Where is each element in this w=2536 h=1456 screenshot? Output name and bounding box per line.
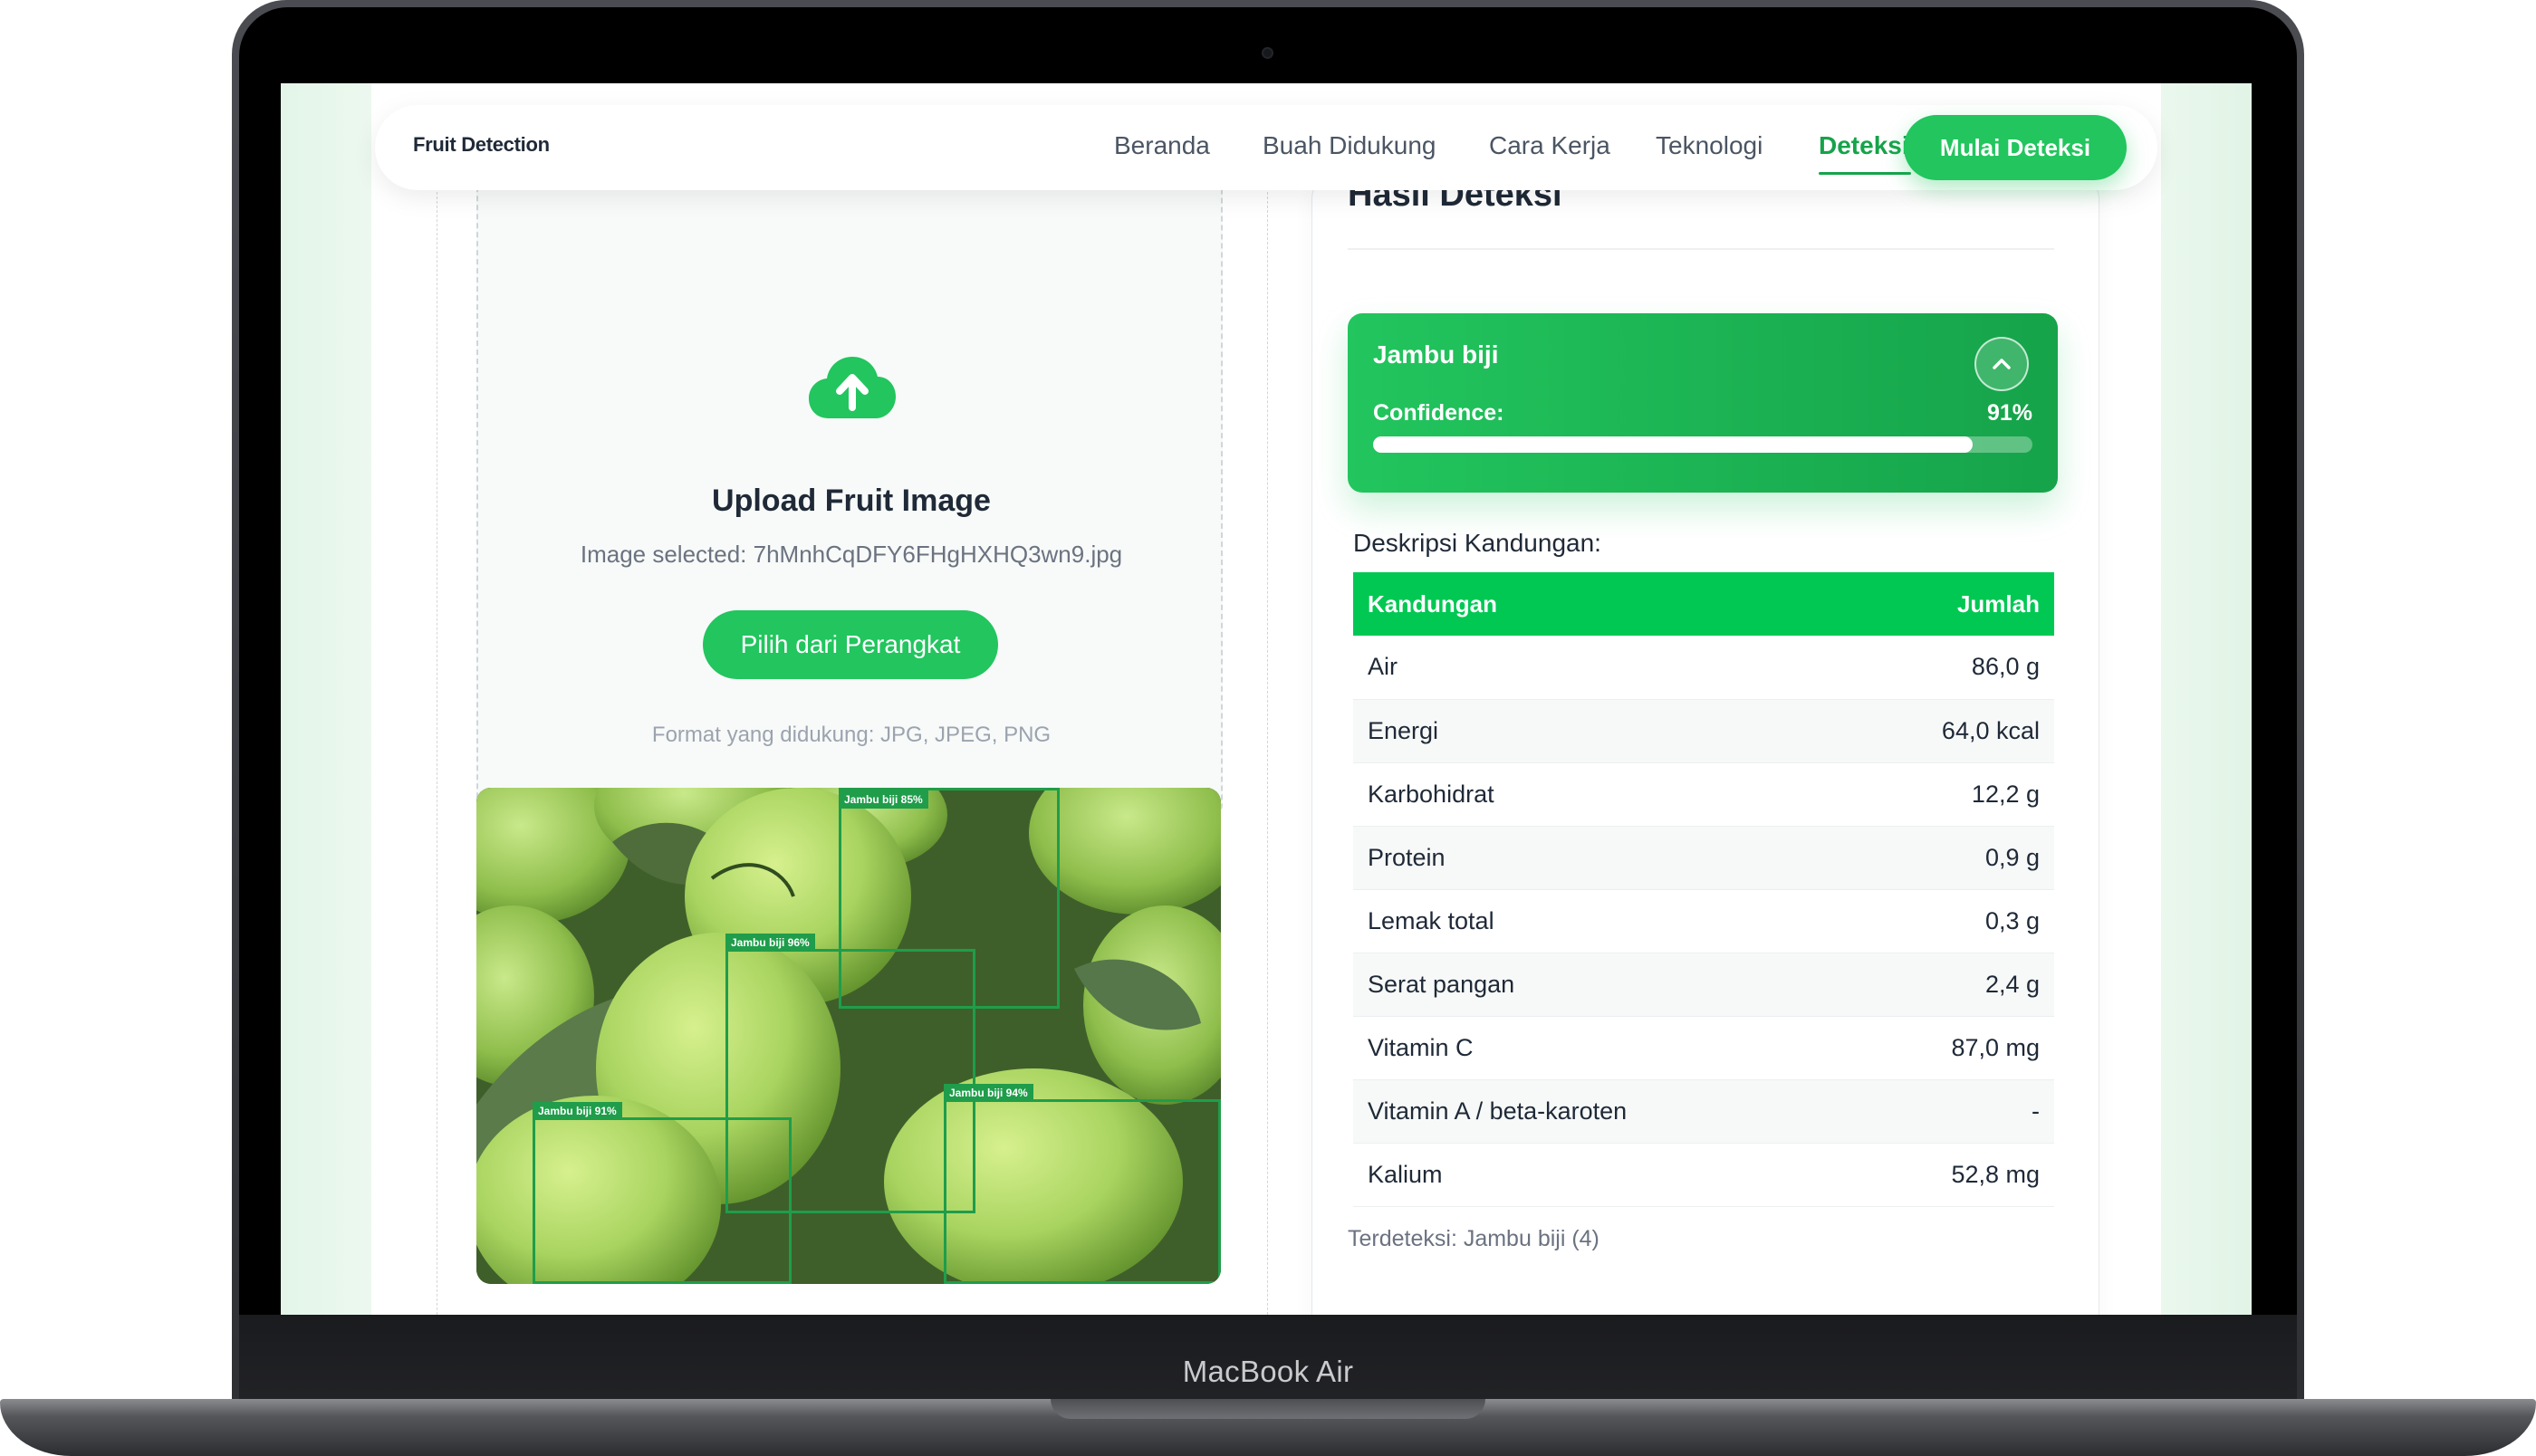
nutrient-name: Air (1353, 636, 1840, 700)
nutrient-amount: 2,4 g (1840, 953, 2054, 1017)
nutrient-amount: 0,9 g (1840, 826, 2054, 890)
start-detection-button[interactable]: Mulai Deteksi (1904, 115, 2127, 180)
column-header: Kandungan (1353, 572, 1840, 636)
laptop-notch (1051, 1399, 1485, 1419)
active-nav-indicator (1819, 172, 1911, 175)
table-row: Energi 64,0 kcal (1353, 699, 2054, 763)
upload-dropzone[interactable]: Upload Fruit Image Image selected: 7hMnh… (476, 174, 1223, 820)
navbar: Fruit Detection Beranda Buah Didukung Ca… (375, 105, 2157, 190)
table-row: Lemak total 0,3 g (1353, 889, 2054, 953)
nav-item-buah-didukung[interactable]: Buah Didukung (1263, 131, 1436, 160)
detection-box: Jambu biji 94% (944, 1084, 1221, 1284)
nutrient-name: Lemak total (1353, 889, 1840, 953)
nutrient-amount: 64,0 kcal (1840, 699, 2054, 763)
nutrient-name: Vitamin C (1353, 1016, 1840, 1080)
detection-box: Jambu biji 91% (533, 1102, 792, 1284)
table-row: Serat pangan 2,4 g (1353, 953, 2054, 1017)
divider (1348, 248, 2054, 250)
nutrient-name: Kalium (1353, 1143, 1840, 1207)
detection-summary-card: Jambu biji Confidence: 91% (1348, 313, 2058, 493)
nav-item-deteksi[interactable]: Deteksi (1819, 131, 1909, 160)
screen: Upload Fruit Image Image selected: 7hMnh… (281, 83, 2252, 1315)
nav-item-teknologi[interactable]: Teknologi (1656, 131, 1763, 160)
confidence-label: Confidence: (1373, 400, 1504, 426)
nutrient-name: Energi (1353, 699, 1840, 763)
nutrition-table: Kandungan Jumlah Air 86,0 g Energi 64,0 kc… (1353, 572, 2054, 1207)
table-row: Protein 0,9 g (1353, 826, 2054, 890)
pick-from-device-button[interactable]: Pilih dari Perangkat (703, 610, 998, 679)
nutrient-amount: 86,0 g (1840, 636, 2054, 700)
nutrient-amount: 87,0 mg (1840, 1016, 2054, 1080)
nutrient-name: Vitamin A / beta-karoten (1353, 1079, 1840, 1144)
table-row: Vitamin C 87,0 mg (1353, 1016, 2054, 1080)
selected-filename: Image selected: 7hMnhCqDFY6FHgHXHQ3wn9.j… (580, 541, 1123, 568)
detection-label: Jambu biji 85% (839, 790, 928, 809)
cloud-upload-icon (809, 357, 896, 418)
detected-count: Terdeteksi: Jambu biji (4) (1348, 1226, 1599, 1251)
nutrient-name: Serat pangan (1353, 953, 1840, 1017)
nutrient-name: Karbohidrat (1353, 762, 1840, 827)
table-row: Karbohidrat 12,2 g (1353, 762, 2054, 827)
confidence-value: 91% (1986, 400, 2032, 426)
detected-fruit-name: Jambu biji (1373, 340, 1499, 369)
table-row: Vitamin A / beta-karoten - (1353, 1079, 2054, 1144)
nav-links: Beranda Buah Didukung Cara Kerja Teknolo… (375, 105, 2157, 190)
nutrient-amount: 12,2 g (1840, 762, 2054, 827)
confidence-bar-fill (1373, 436, 1974, 453)
nav-item-beranda[interactable]: Beranda (1114, 131, 1210, 160)
camera-icon (1262, 47, 1273, 59)
detection-label: Jambu biji 91% (533, 1102, 622, 1120)
supported-formats: Format yang didukung: JPG, JPEG, PNG (651, 723, 1052, 747)
column-header: Jumlah (1840, 572, 2054, 636)
nutrient-amount: 52,8 mg (1840, 1143, 2054, 1207)
upload-title: Upload Fruit Image (712, 484, 991, 518)
detection-image: Jambu biji 85% Jambu biji 96% Jambu biji… (476, 788, 1221, 1284)
nutrient-amount: 0,3 g (1840, 889, 2054, 953)
chevron-up-icon (1993, 359, 2011, 369)
nutrient-name: Protein (1353, 826, 1840, 890)
nutrient-amount: - (1840, 1079, 2054, 1144)
nav-item-cara-kerja[interactable]: Cara Kerja (1489, 131, 1610, 160)
device-label: MacBook Air (1182, 1355, 1354, 1388)
nutrition-heading: Deskripsi Kandungan: (1353, 529, 1601, 557)
detection-label: Jambu biji 96% (725, 934, 815, 952)
detection-label: Jambu biji 94% (944, 1084, 1033, 1102)
collapse-toggle[interactable] (1974, 337, 2029, 391)
table-header-row: Kandungan Jumlah (1353, 572, 2054, 636)
table-row: Air 86,0 g (1353, 636, 2054, 700)
table-row: Kalium 52,8 mg (1353, 1143, 2054, 1207)
confidence-bar (1373, 436, 2032, 453)
